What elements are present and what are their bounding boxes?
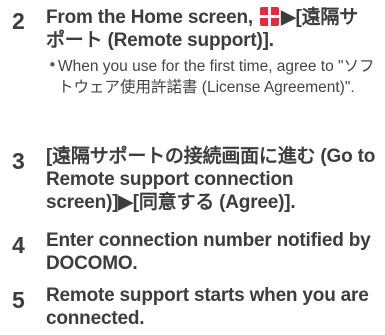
step-number: 5 bbox=[12, 287, 25, 313]
step-text: Enter connection number notified by DOCO… bbox=[46, 230, 371, 274]
step-number: 4 bbox=[12, 232, 25, 258]
step-text-part: ポート (Remote support)]. bbox=[46, 30, 274, 51]
step-number: 2 bbox=[12, 8, 25, 34]
step-number: 3 bbox=[12, 148, 25, 174]
step-text-part: From the Home screen, bbox=[46, 7, 259, 28]
apps-grid-icon bbox=[260, 7, 280, 26]
step-note: When you use for the first time, agree t… bbox=[58, 58, 375, 96]
step-text-part: ▶[遠隔サ bbox=[281, 7, 359, 28]
bullet: • bbox=[48, 56, 57, 74]
step-text: From the Home screen, ▶[遠隔サ ポート (Remote … bbox=[46, 6, 381, 52]
step-text: Remote support starts when you are conne… bbox=[46, 285, 369, 329]
step-text: [遠隔サポートの接続画面に進む (Go to Remote support co… bbox=[46, 146, 376, 213]
